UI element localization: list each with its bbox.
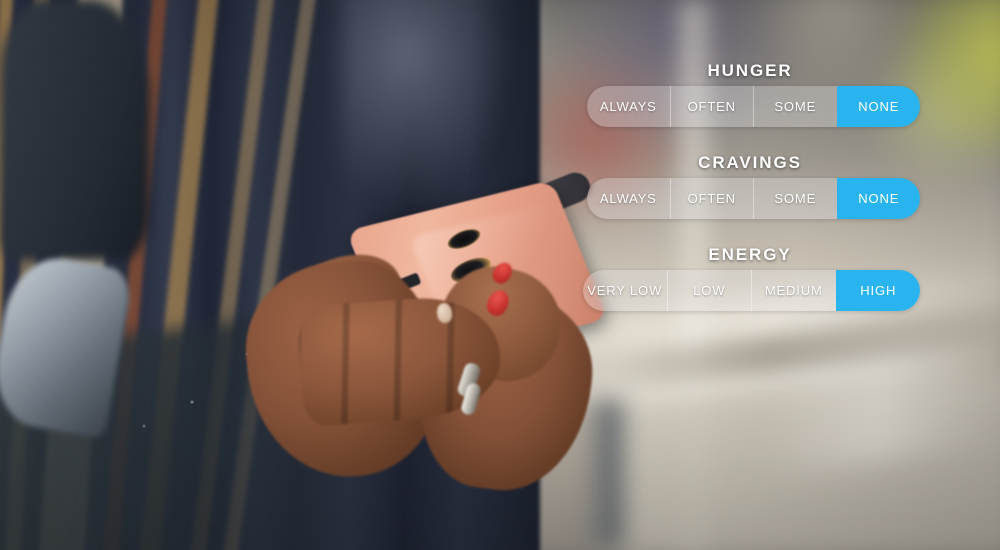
segment-cravings-always[interactable]: ALWAYS [587,178,670,219]
survey-overlay: HUNGER ALWAYS OFTEN SOME NONE CRAVINGS A… [575,62,925,311]
segment-hunger-always[interactable]: ALWAYS [587,86,670,127]
group-hunger: HUNGER ALWAYS OFTEN SOME NONE [575,62,925,127]
segment-energy-high[interactable]: HIGH [835,270,920,311]
dark-panel [594,400,624,550]
left-sleeve [0,0,150,260]
segment-hunger-some[interactable]: SOME [753,86,837,127]
segment-energy-low[interactable]: LOW [666,270,751,311]
group-label-hunger: HUNGER [707,61,793,80]
garment-highlight [340,0,510,220]
group-cravings: CRAVINGS ALWAYS OFTEN SOME NONE [575,154,925,219]
segment-energy-very-low[interactable]: VERY LOW [583,270,667,311]
segmented-control-cravings[interactable]: ALWAYS OFTEN SOME NONE [587,178,920,219]
segment-hunger-often[interactable]: OFTEN [669,86,753,127]
video-frame: HUNGER ALWAYS OFTEN SOME NONE CRAVINGS A… [0,0,1000,550]
segmented-control-energy[interactable]: VERY LOW LOW MEDIUM HIGH [583,270,920,311]
segment-cravings-some[interactable]: SOME [753,178,837,219]
group-label-energy: ENERGY [708,245,792,264]
segment-hunger-none[interactable]: NONE [836,86,920,127]
segment-energy-medium[interactable]: MEDIUM [751,270,836,311]
segmented-control-hunger[interactable]: ALWAYS OFTEN SOME NONE [587,86,920,127]
group-energy: ENERGY VERY LOW LOW MEDIUM HIGH [575,246,925,311]
segment-cravings-none[interactable]: NONE [836,178,920,219]
group-label-cravings: CRAVINGS [698,153,802,172]
segment-cravings-often[interactable]: OFTEN [669,178,753,219]
